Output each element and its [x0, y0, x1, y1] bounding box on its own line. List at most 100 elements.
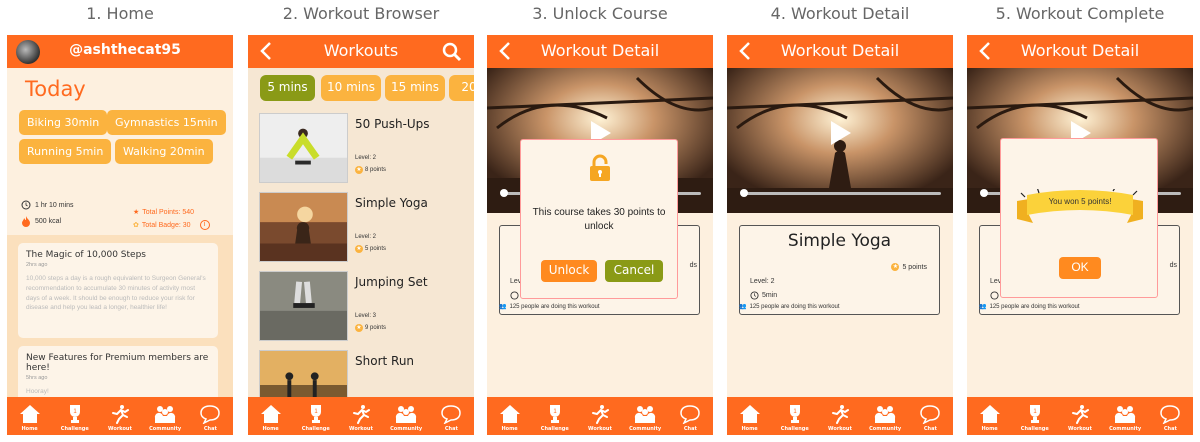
workout-thumbnail	[259, 271, 348, 341]
video-scrubber[interactable]	[500, 189, 508, 197]
home-icon	[499, 405, 520, 423]
bottom-nav: Home 1 Challenge Workout Community Chat	[248, 397, 474, 435]
home-icon	[979, 405, 1000, 423]
community-icon	[635, 406, 656, 423]
workout-item[interactable]: Simple Yoga Level: 2 ★ 5 points	[259, 192, 464, 262]
detail-title: Workout Detail	[540, 41, 660, 60]
nav-home[interactable]: Home	[10, 404, 50, 432]
activity-chip-biking[interactable]: Biking 30min	[19, 110, 108, 135]
workout-level: Level: 2	[750, 278, 775, 285]
community-icon	[1115, 406, 1136, 423]
unlock-dialog: This course takes 30 points to unlock Un…	[520, 139, 678, 299]
star-icon: ★	[355, 245, 363, 253]
today-heading: Today	[25, 77, 86, 101]
workout-list: 50 Push-Ups Level: 2 ★ 8 points Simple Yo…	[248, 106, 474, 420]
nav-challenge[interactable]: 1 Challenge	[775, 404, 815, 432]
chat-bubble-icon	[200, 405, 221, 424]
nav-home[interactable]: Home	[970, 404, 1010, 432]
nav-community[interactable]: Community	[865, 404, 905, 432]
nav-chat[interactable]: Chat	[190, 404, 230, 432]
runner-icon	[831, 405, 849, 424]
nav-challenge[interactable]: 1 Challenge	[535, 404, 575, 432]
nav-challenge[interactable]: 1 Challenge	[55, 404, 95, 432]
activity-chip-running[interactable]: Running 5min	[19, 139, 112, 164]
nav-challenge[interactable]: 1 Challenge	[296, 404, 336, 432]
workout-name: 50 Push-Ups	[355, 117, 430, 131]
nav-workout[interactable]: Workout	[820, 404, 860, 432]
workout-item[interactable]: 50 Push-Ups Level: 2 ★ 8 points	[259, 113, 464, 183]
trophy-icon: 1	[789, 405, 800, 423]
total-points-stat: ★ Total Points: 540	[133, 208, 194, 217]
browser-title: Workouts	[323, 41, 399, 60]
workout-level: Level: 3	[355, 313, 377, 319]
unlock-button[interactable]: Unlock	[541, 260, 597, 282]
home-icon	[739, 405, 760, 423]
info-icon[interactable]: i	[199, 220, 210, 230]
caption-unlock: 3. Unlock Course	[532, 4, 668, 23]
home-header: @ashthecat95	[7, 35, 233, 68]
search-icon[interactable]	[442, 42, 462, 62]
nav-workout[interactable]: Workout	[100, 404, 140, 432]
video-progress-bar[interactable]	[741, 192, 941, 195]
nav-challenge[interactable]: 1 Challenge	[1015, 404, 1055, 432]
tab-10-mins[interactable]: 10 mins	[321, 75, 381, 101]
nav-workout[interactable]: Workout	[341, 404, 381, 432]
tab-20-mins[interactable]: 20	[449, 75, 474, 101]
nav-community[interactable]: Community	[386, 404, 426, 432]
clock-icon	[21, 200, 31, 210]
nav-workout[interactable]: Workout	[1060, 404, 1100, 432]
username: @ashthecat95	[69, 42, 181, 58]
activity-chip-walking[interactable]: Walking 20min	[115, 139, 213, 164]
workout-points: ★ 8 points	[355, 166, 387, 174]
ok-button[interactable]: OK	[1059, 257, 1101, 279]
home-screen: @ashthecat95 Today Biking 30min Gymnasti…	[7, 35, 233, 435]
nav-home[interactable]: Home	[251, 404, 291, 432]
tab-15-mins[interactable]: 15 mins	[385, 75, 445, 101]
reward-message: You won 5 points!	[1048, 197, 1112, 206]
detail-header: Workout Detail	[967, 35, 1193, 68]
trophy-icon: 1	[549, 405, 560, 423]
storyboard: 1. Home 2. Workout Browser 3. Unlock Cou…	[0, 0, 1200, 442]
workout-item[interactable]: Jumping Set Level: 3 ★ 9 points	[259, 271, 464, 341]
duration-stat: 1 hr 10 mins	[21, 200, 74, 210]
nav-chat[interactable]: Chat	[910, 404, 950, 432]
caption-home: 1. Home	[86, 4, 154, 23]
runner-icon	[591, 405, 609, 424]
ribbon-banner-icon	[1017, 189, 1143, 223]
tab-5-mins[interactable]: 5 mins	[260, 75, 315, 101]
caption-complete: 5. Workout Complete	[995, 4, 1165, 23]
nav-home[interactable]: Home	[490, 404, 530, 432]
play-icon[interactable]	[829, 120, 853, 146]
nav-chat[interactable]: Chat	[1150, 404, 1190, 432]
nav-workout[interactable]: Workout	[580, 404, 620, 432]
nav-chat[interactable]: Chat	[431, 404, 471, 432]
clock-icon	[990, 291, 999, 300]
nav-community[interactable]: Community	[625, 404, 665, 432]
duration-tabs: 5 mins 10 mins 15 mins 20	[258, 73, 474, 103]
caption-browser: 2. Workout Browser	[282, 4, 440, 23]
participants-row: 👥 125 people are doing this workout	[499, 303, 600, 311]
article-card[interactable]: The Magic of 10,000 Steps 2hrs ago 10,00…	[18, 243, 218, 338]
workout-browser-screen: Workouts 5 mins 10 mins 15 mins 20 50 Pu…	[248, 35, 474, 435]
video-scrubber[interactable]	[980, 189, 988, 197]
nav-chat[interactable]: Chat	[670, 404, 710, 432]
runner-icon	[352, 405, 370, 424]
clock-icon	[510, 291, 519, 300]
people-icon: 👥	[739, 304, 747, 310]
nav-home[interactable]: Home	[730, 404, 770, 432]
workout-detail-screen: Workout Detail Simple Yoga ★ 5 points Lev…	[727, 35, 953, 435]
workout-level: Level: 2	[355, 155, 377, 161]
nav-community[interactable]: Community	[1105, 404, 1145, 432]
workout-thumbnail	[259, 113, 348, 183]
cancel-button[interactable]: Cancel	[605, 260, 663, 282]
video-scrubber[interactable]	[740, 189, 748, 197]
star-icon: ★	[355, 324, 363, 332]
community-icon	[875, 406, 896, 423]
activity-chip-gymnastics[interactable]: Gymnastics 15min	[107, 110, 226, 135]
bottom-nav: Home 1 Challenge Workout Community Chat	[727, 397, 953, 435]
total-badge-value: Total Badge: 30	[141, 221, 191, 229]
unlock-course-screen: Workout Detail ds Lev 👥 125 people are d…	[487, 35, 713, 435]
nav-community[interactable]: Community	[145, 404, 185, 432]
runner-icon	[111, 405, 129, 424]
workout-name: Jumping Set	[355, 275, 428, 289]
